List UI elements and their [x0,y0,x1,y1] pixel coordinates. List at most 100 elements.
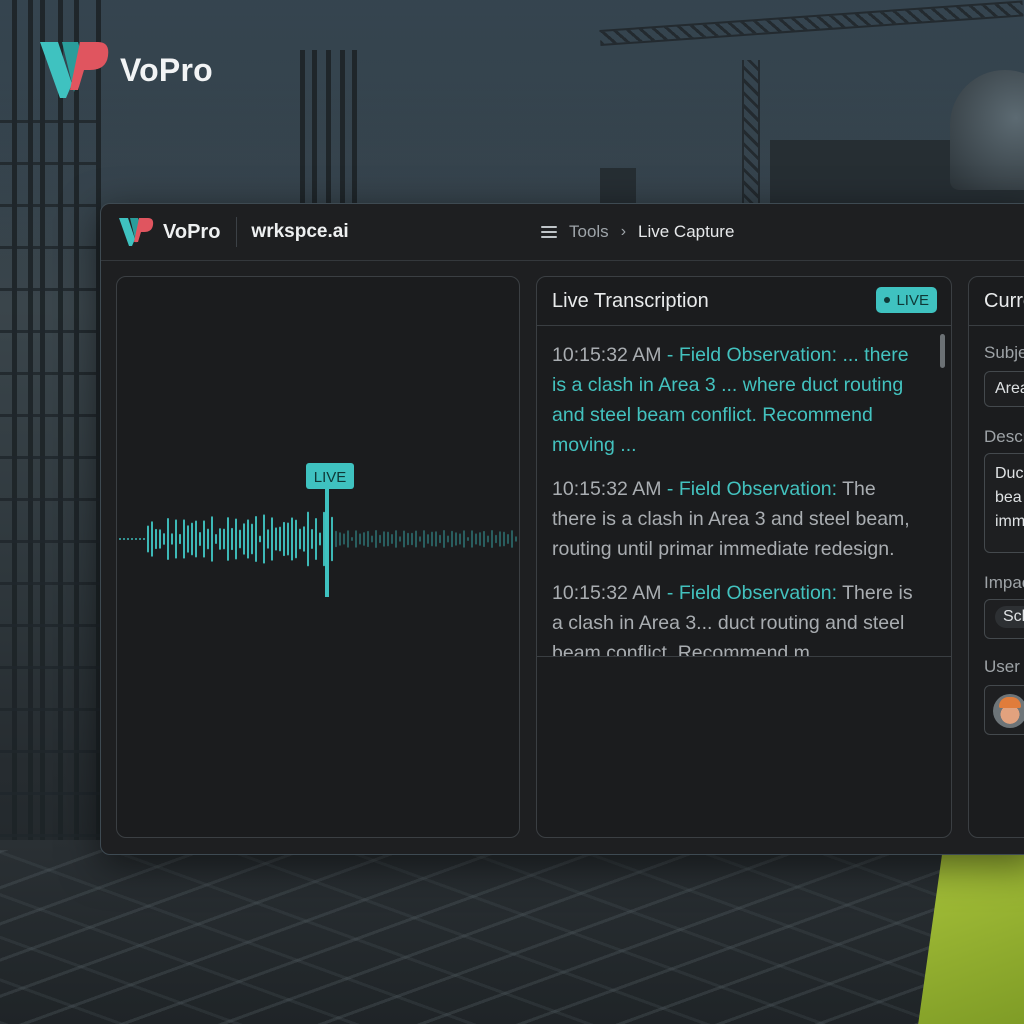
waveform-bar [511,530,513,548]
waveform-bar [251,523,253,555]
waveform-bar [371,535,373,543]
waveform-bar [451,530,453,548]
waveform-bar [247,519,249,559]
waveform-bar [487,535,489,543]
waveform-bar [347,530,349,548]
waveform-bar [447,535,449,543]
entry-time: 10:15:32 AM [552,478,662,500]
playhead-line [325,487,329,597]
rebar-tie [0,834,100,837]
waveform-bar [475,533,477,545]
hamburger-menu-icon[interactable] [541,226,557,238]
header-brand[interactable]: VoPro [117,217,220,247]
waveform-bar [159,529,161,549]
rebar-tie [0,792,100,795]
waveform-bar [435,531,437,547]
description-textarea[interactable]: Duc bea imm [984,453,1024,553]
crane-tower [742,60,760,210]
waveform-bar [507,534,509,544]
waveform-bar [491,530,493,548]
subject-label: Subje [984,343,1024,362]
waveform-bar [343,533,345,545]
header-brand-name: VoPro [163,220,221,243]
waveform-bar [243,523,245,555]
waveform-bar [479,532,481,546]
live-marker-label: LIVE [314,469,347,486]
rebar-tie [0,624,100,627]
waveform-bar [211,516,213,562]
waveform-bar [155,528,157,550]
waveform-bar [419,536,421,542]
waveform-bar [355,530,357,548]
waveform-bar [187,525,189,553]
top-brand: VoPro [38,40,213,100]
waveform-bar [207,528,209,550]
waveform-bar [231,527,233,551]
transcription-header: Live Transcription LIVE [537,277,951,326]
rebar-mesh-floor [0,850,1024,1024]
impact-select[interactable]: Sch [984,599,1024,639]
waveform-bar [183,519,185,559]
waveform-bar [175,519,177,559]
waveform-bar [287,522,289,556]
impact-chip[interactable]: Sch [995,606,1024,628]
waveform-bar [367,530,369,548]
waveform-bar [471,530,473,548]
waveform-panel: LIVE [116,276,520,838]
waveform-bar [351,536,353,542]
subject-input[interactable]: Area [984,371,1024,407]
waveform-bar [395,530,397,548]
transcription-list[interactable]: 10:15:32 AM - Field Observation: ... the… [537,326,951,657]
waveform-bar [515,536,517,542]
waveform-bar [407,532,409,546]
waveform-bar [499,531,501,547]
transcription-scrollbar[interactable] [940,334,945,368]
breadcrumb-tools[interactable]: Tools [569,222,609,242]
waveform-bar [303,526,305,552]
rebar-tie [0,708,100,711]
rebar-tie [0,162,100,165]
waveform-bar [263,514,265,564]
waveform-bar [199,532,201,546]
waveform-bar [203,520,205,558]
waveform-bar [415,530,417,548]
audio-waveform: LIVE [119,463,517,597]
user-select[interactable] [984,685,1024,735]
waveform-bar [439,534,441,544]
entry-tag: - Field Observation: [661,478,838,500]
workspace-name[interactable]: wrkspce.ai [251,221,348,243]
waveform-bar [283,521,285,557]
description-line: Duc [995,465,1024,482]
waveform-bar [443,530,445,548]
waveform-bar [139,538,141,540]
waveform-bar [467,536,469,542]
live-status-badge: LIVE [876,287,937,313]
waveform-bar [123,538,125,540]
current-observation-panel: Curre Subje Area Descr Duc bea imm Impac… [968,276,1024,838]
waveform-bar [403,530,405,548]
rebar-tie [0,288,100,291]
waveform-bar [179,533,181,545]
waveform-bar [339,532,341,546]
chevron-right-icon: › [620,223,627,240]
rebar-tie [0,582,100,585]
waveform-bar [163,533,165,545]
waveform-bar [311,528,313,550]
waveform-bar [335,530,337,548]
entry-time: 10:15:32 AM [552,344,662,366]
transcription-title: Live Transcription [552,289,709,312]
waveform-bar [147,525,149,553]
waveform-bar [291,517,293,561]
vopro-logo-icon [40,42,109,98]
app-window: VoPro wrkspce.ai Tools › Live Capture LI… [100,203,1024,855]
waveform-bar [455,532,457,546]
waveform-bar [151,521,153,557]
waveform-bar [119,538,121,540]
waveform-bar [219,528,221,550]
waveform-bar [411,532,413,546]
waveform-bar [215,534,217,544]
rebar-tie [0,456,100,459]
waveform-bar [235,518,237,560]
description-line: bea [995,489,1022,506]
header-divider [236,217,238,247]
